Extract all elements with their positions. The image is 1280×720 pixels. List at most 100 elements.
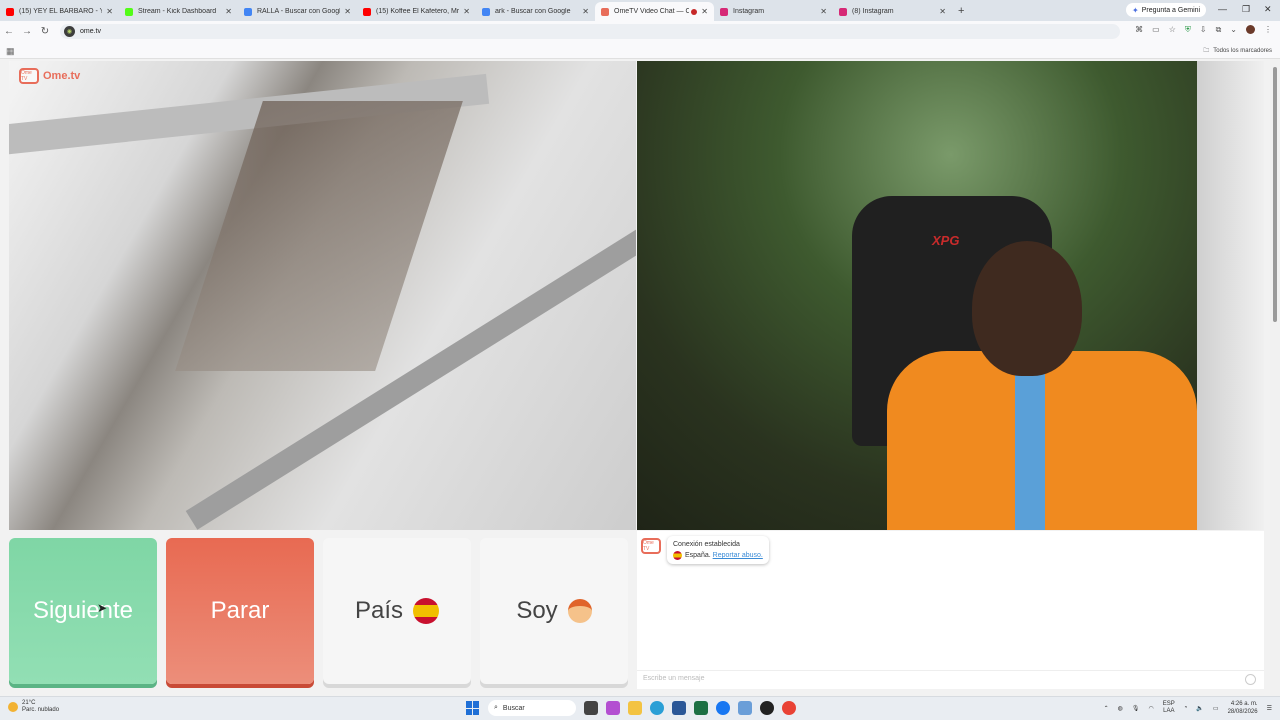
browser-tab[interactable]: (15) Koffee El Kafetero, Mr Black✕ xyxy=(357,2,476,21)
tab-favicon-icon xyxy=(363,7,371,16)
chrome-icon[interactable] xyxy=(782,701,796,715)
next-button[interactable]: Siguiente xyxy=(9,538,157,684)
ometv-page: Ome TV Ome.tv XPG Siguiente Parar País S… xyxy=(0,59,1270,696)
all-bookmarks-button[interactable]: 🗀 Todos los marcadores xyxy=(1203,46,1272,56)
tab-close-icon[interactable]: ✕ xyxy=(820,7,827,16)
gemini-label: Pregunta a Gemini xyxy=(1141,6,1201,14)
stop-label: Parar xyxy=(210,597,270,624)
start-icon[interactable] xyxy=(466,701,480,715)
search-icon: ⌕ xyxy=(494,704,498,711)
tab-close-icon[interactable]: ✕ xyxy=(939,7,946,16)
browser-tab[interactable]: RALLA - Buscar con Google ✕ xyxy=(238,2,357,21)
taskbar-search-label: Buscar xyxy=(502,704,525,712)
new-tab-button[interactable]: + xyxy=(958,5,970,17)
tab-search-icon[interactable]: ⌄ xyxy=(1230,25,1237,35)
wifi-signal-icon[interactable]: ◔ xyxy=(1184,705,1188,711)
close-window-icon[interactable]: ✕ xyxy=(1264,4,1272,15)
logo-text: Ome.tv xyxy=(43,70,81,82)
language-indicator[interactable]: ESP LAA xyxy=(1163,701,1175,715)
store-icon[interactable] xyxy=(672,701,686,715)
edge-icon[interactable] xyxy=(650,701,664,715)
report-abuse-link[interactable]: Reportar abuso. xyxy=(713,552,763,559)
gemini-button[interactable]: ✦ Pregunta a Gemini xyxy=(1126,3,1207,17)
browser-tab[interactable]: ark - Buscar con Google ✕ xyxy=(476,2,595,21)
boy-face-icon xyxy=(567,599,592,623)
weather-widget[interactable]: 21°C Parc. nublado xyxy=(8,700,59,714)
message-placeholder: Escribe un mensaje xyxy=(643,675,705,682)
extensions-icon[interactable]: ⧉ xyxy=(1216,25,1222,35)
tab-title: RALLA - Buscar con Google xyxy=(257,8,341,15)
mic-icon[interactable]: 🎙 xyxy=(1132,705,1140,712)
emoji-icon[interactable] xyxy=(1245,674,1256,685)
apps-icon[interactable]: ▦ xyxy=(6,46,15,57)
stop-button[interactable]: Parar xyxy=(166,538,314,684)
gender-button[interactable]: Soy xyxy=(480,538,628,684)
tab-close-icon[interactable]: ✕ xyxy=(463,7,470,16)
tab-favicon-icon xyxy=(6,7,14,16)
browser-tab[interactable]: (8) Instagram ✕ xyxy=(833,2,952,21)
date: 28/08/2026 xyxy=(1227,709,1258,715)
mouse-cursor-icon: ➤ xyxy=(97,601,108,615)
obs-icon[interactable] xyxy=(760,701,774,715)
wifi-icon[interactable]: ◠ xyxy=(1149,705,1154,712)
network-icon[interactable]: ◍ xyxy=(1118,705,1123,712)
windows-taskbar: 21°C Parc. nublado ⌕ Buscar ⌃ ◍ 🎙 ◠ ESP … xyxy=(0,696,1280,720)
tab-close-icon[interactable]: ✕ xyxy=(582,7,589,16)
ometv-logo: Ome TV Ome.tv xyxy=(19,68,80,84)
wall-shape xyxy=(1197,61,1264,530)
browser-tab[interactable]: Instagram ✕ xyxy=(714,2,833,21)
menu-icon[interactable]: ⋮ xyxy=(1264,25,1272,35)
tab-title: (15) YEY EL BARBARO - YouTube xyxy=(19,8,103,15)
page-scrollbar[interactable] xyxy=(1270,59,1280,696)
copilot-icon[interactable] xyxy=(606,701,620,715)
profile-avatar[interactable] xyxy=(1246,25,1255,34)
address-bar[interactable]: ◉ ome.tv xyxy=(60,24,1120,39)
tab-close-icon[interactable]: ✕ xyxy=(344,7,351,16)
battery-icon[interactable]: ▭ xyxy=(1213,705,1219,712)
facebook-icon[interactable] xyxy=(716,701,730,715)
tab-close-icon[interactable]: ✕ xyxy=(225,7,232,16)
translate-icon[interactable]: ⌘ xyxy=(1135,25,1143,35)
tab-title: Instagram xyxy=(733,8,765,15)
tray-chevron-icon[interactable]: ⌃ xyxy=(1104,705,1109,712)
person-tie-shape xyxy=(1015,361,1045,530)
tv-logo-icon: Ome TV xyxy=(641,538,661,554)
notifications-icon[interactable]: ☰ xyxy=(1267,705,1272,712)
maximize-icon[interactable]: ❐ xyxy=(1242,4,1250,15)
reload-icon[interactable]: ↻ xyxy=(36,26,54,37)
site-info-icon[interactable]: ◉ xyxy=(64,26,75,37)
cast-icon[interactable]: ▭ xyxy=(1152,25,1160,35)
weather-sun-icon xyxy=(8,702,18,712)
spain-flag-icon xyxy=(673,550,682,560)
clock[interactable]: 4:26 a. m. 28/08/2026 xyxy=(1228,700,1258,716)
download-icon[interactable]: ⇩ xyxy=(1200,25,1207,35)
excel-icon[interactable] xyxy=(694,701,708,715)
tab-favicon-icon xyxy=(125,7,133,16)
snipping-tool-icon[interactable] xyxy=(738,701,752,715)
volume-icon[interactable]: 🔈 xyxy=(1196,705,1203,712)
chat-panel: Ome TV Conexión establecida España. Repo… xyxy=(637,531,1264,689)
taskbar-search[interactable]: ⌕ Buscar xyxy=(488,700,576,716)
tab-close-icon[interactable]: ✕ xyxy=(106,7,113,16)
local-video: Ome TV Ome.tv xyxy=(9,61,636,530)
bookmark-star-icon[interactable]: ☆ xyxy=(1169,25,1176,35)
minimize-icon[interactable]: — xyxy=(1218,4,1227,14)
tab-title: Stream - Kick Dashboard xyxy=(138,8,217,15)
tab-close-icon[interactable]: ✕ xyxy=(701,7,708,16)
gemini-icon: ✦ xyxy=(1132,5,1139,15)
back-icon[interactable]: ← xyxy=(0,26,18,37)
url-text: ome.tv xyxy=(80,28,102,35)
file-explorer-icon[interactable] xyxy=(628,701,642,715)
browser-tab[interactable]: OmeTV Video Chat — Omegle ✕ xyxy=(595,2,714,21)
browser-tab[interactable]: (15) YEY EL BARBARO - YouTube✕ xyxy=(0,2,119,21)
weather-temp: 21°C xyxy=(22,700,36,706)
window-pane-shape xyxy=(175,101,463,371)
forward-icon[interactable]: → xyxy=(18,26,36,37)
browser-tab[interactable]: Stream - Kick Dashboard ✕ xyxy=(119,2,238,21)
country-button[interactable]: País xyxy=(323,538,471,684)
shield-icon[interactable]: ⛨ xyxy=(1185,25,1191,35)
tab-title: (8) Instagram xyxy=(852,8,894,15)
message-input[interactable]: Escribe un mensaje xyxy=(637,670,1264,688)
tab-strip: (15) YEY EL BARBARO - YouTube✕Stream - K… xyxy=(0,0,1280,21)
task-view-icon[interactable] xyxy=(584,701,598,715)
